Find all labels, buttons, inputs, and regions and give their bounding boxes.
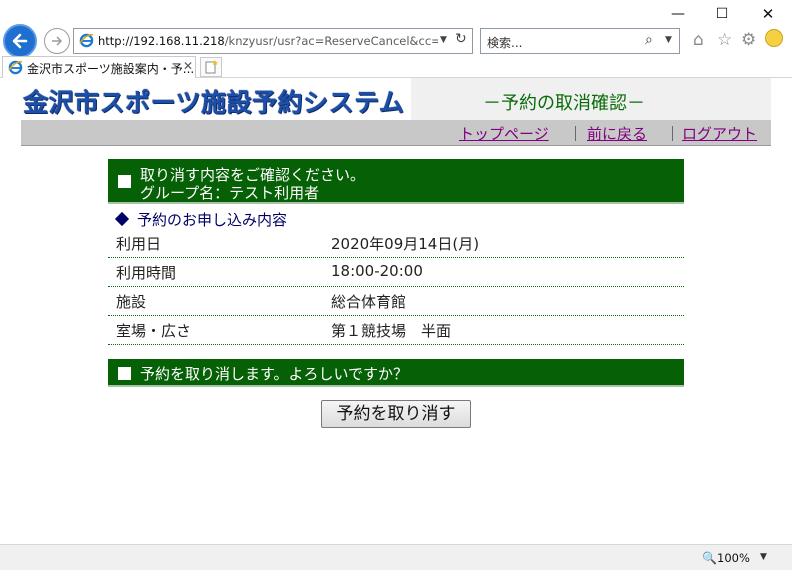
- confirm-header: 取り消す内容をご確認ください。 グループ名：テスト利用者: [108, 159, 684, 204]
- arrow-left-icon: [12, 33, 28, 49]
- square-bullet-icon: [118, 175, 131, 188]
- browser-navbar: http://192.168.11.218/knzyusr/usr?ac=Res…: [0, 24, 792, 58]
- minimize-icon[interactable]: —: [664, 4, 692, 24]
- browser-tab[interactable]: 金沢市スポーツ施設案内・予... ✕: [2, 56, 196, 78]
- arrow-right-icon: [52, 36, 63, 46]
- address-url: http://192.168.11.218/knzyusr/usr?ac=Res…: [98, 34, 438, 48]
- detail-row-date: 利用日 2020年09月14日(月): [108, 229, 684, 258]
- search-icon[interactable]: ⌕: [645, 32, 653, 48]
- nav-link-back[interactable]: 前に戻る: [587, 123, 647, 144]
- detail-value: 総合体育館: [331, 293, 407, 311]
- detail-value: 第１競技場 半面: [331, 322, 452, 340]
- nav-separator: ｜: [568, 125, 584, 143]
- square-bullet-icon: [118, 367, 131, 380]
- gear-icon[interactable]: ⚙: [741, 30, 756, 50]
- zoom-level[interactable]: 100%: [717, 551, 750, 565]
- nav-link-top-page[interactable]: トップページ: [459, 123, 549, 144]
- detail-value: 18:00-20:00: [331, 262, 423, 280]
- web-page: 金沢市スポーツ施設予約システム －予約の取消確認－ トップページ ｜ 前に戻る …: [0, 78, 792, 544]
- window-titlebar: — ☐ ✕: [0, 0, 792, 26]
- favorites-star-icon[interactable]: ☆: [717, 30, 732, 50]
- tab-close-icon[interactable]: ✕: [183, 59, 193, 73]
- feedback-smiley-icon[interactable]: [765, 29, 783, 47]
- zoom-dropdown-icon[interactable]: ▼: [760, 552, 767, 562]
- detail-label: 利用日: [116, 235, 162, 253]
- nav-separator: ｜: [665, 125, 681, 143]
- detail-row-room: 室場・広さ 第１競技場 半面: [108, 316, 684, 345]
- forward-button[interactable]: [44, 28, 70, 54]
- site-header: 金沢市スポーツ施設予約システム: [21, 78, 771, 120]
- cancel-reservation-button[interactable]: 予約を取り消す: [321, 400, 471, 428]
- detail-label: 利用時間: [116, 264, 177, 282]
- site-logo-text: 金沢市スポーツ施設予約システム: [23, 88, 405, 117]
- new-tab-icon: [205, 60, 218, 74]
- detail-row-time: 利用時間 18:00-20:00: [108, 258, 684, 287]
- ie-icon: [8, 60, 23, 79]
- question-header: 予約を取り消します。よろしいですか？: [108, 359, 684, 387]
- close-icon[interactable]: ✕: [754, 4, 782, 24]
- zoom-icon[interactable]: 🔍: [702, 551, 717, 565]
- group-name: グループ名：テスト利用者: [140, 184, 320, 202]
- home-icon[interactable]: ⌂: [693, 30, 704, 50]
- detail-value: 2020年09月14日(月): [331, 235, 480, 253]
- address-bar[interactable]: http://192.168.11.218/knzyusr/usr?ac=Res…: [73, 28, 473, 54]
- detail-row-facility: 施設 総合体育館: [108, 287, 684, 316]
- back-button[interactable]: [3, 24, 37, 58]
- refresh-icon[interactable]: ↻: [455, 31, 467, 47]
- cancel-question: 予約を取り消します。よろしいですか？: [140, 365, 409, 383]
- page-title: －予約の取消確認－: [483, 93, 645, 114]
- detail-label: 室場・広さ: [116, 322, 192, 340]
- search-placeholder: 検索...: [487, 36, 523, 50]
- status-bar: 🔍 100% ▼: [0, 544, 792, 570]
- tab-title: 金沢市スポーツ施設案内・予...: [27, 62, 195, 76]
- address-dropdown-icon[interactable]: ▼: [440, 35, 447, 45]
- section-title: 予約のお申し込み内容: [114, 209, 287, 230]
- nav-link-logout[interactable]: ログアウト: [682, 123, 757, 144]
- site-nav: トップページ ｜ 前に戻る ｜ ログアウト: [21, 120, 771, 146]
- ie-icon: [79, 33, 94, 52]
- diamond-bullet-icon: [114, 211, 130, 227]
- search-box[interactable]: 検索... ⌕ ▼: [480, 28, 680, 54]
- new-tab-button[interactable]: [200, 57, 222, 77]
- search-dropdown-icon[interactable]: ▼: [665, 35, 672, 45]
- detail-label: 施設: [116, 293, 147, 311]
- maximize-icon[interactable]: ☐: [708, 4, 736, 24]
- tab-bar: 金沢市スポーツ施設案内・予... ✕: [0, 56, 792, 78]
- site-logo: 金沢市スポーツ施設予約システム: [21, 78, 411, 120]
